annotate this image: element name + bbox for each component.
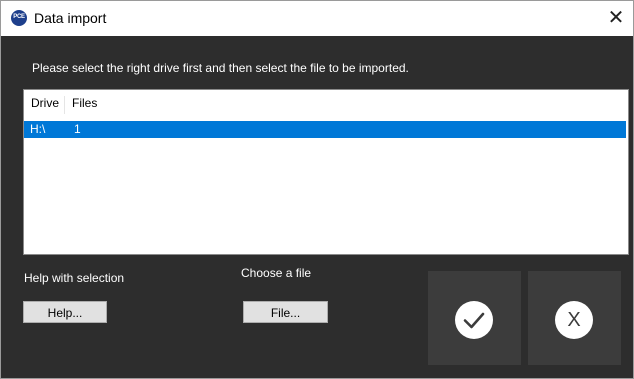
instruction-text: Please select the right drive first and … (32, 61, 409, 75)
data-import-dialog: PCE Data import ✕ Please select the righ… (0, 0, 634, 379)
window-title: Data import (34, 10, 107, 26)
app-logo-icon: PCE (11, 10, 27, 26)
cancel-icon: X (555, 301, 593, 339)
choose-file-label: Choose a file (241, 266, 312, 280)
column-header-files[interactable]: Files (72, 96, 97, 110)
files-cell: 1 (74, 122, 81, 136)
file-button[interactable]: File... (243, 301, 328, 323)
drive-cell: H:\ (30, 122, 46, 136)
title-bar: PCE Data import ✕ (1, 1, 633, 36)
cancel-button[interactable]: X (528, 271, 621, 365)
drive-list[interactable]: Drive Files H:\ 1 (23, 89, 629, 255)
confirm-button[interactable] (428, 271, 521, 365)
column-separator[interactable] (64, 96, 65, 114)
column-header-drive[interactable]: Drive (31, 96, 59, 110)
close-button[interactable]: ✕ (599, 1, 633, 36)
checkmark-icon (455, 301, 493, 339)
list-row-selected[interactable]: H:\ 1 (24, 121, 626, 138)
help-label: Help with selection (24, 271, 125, 285)
help-button[interactable]: Help... (23, 301, 107, 323)
